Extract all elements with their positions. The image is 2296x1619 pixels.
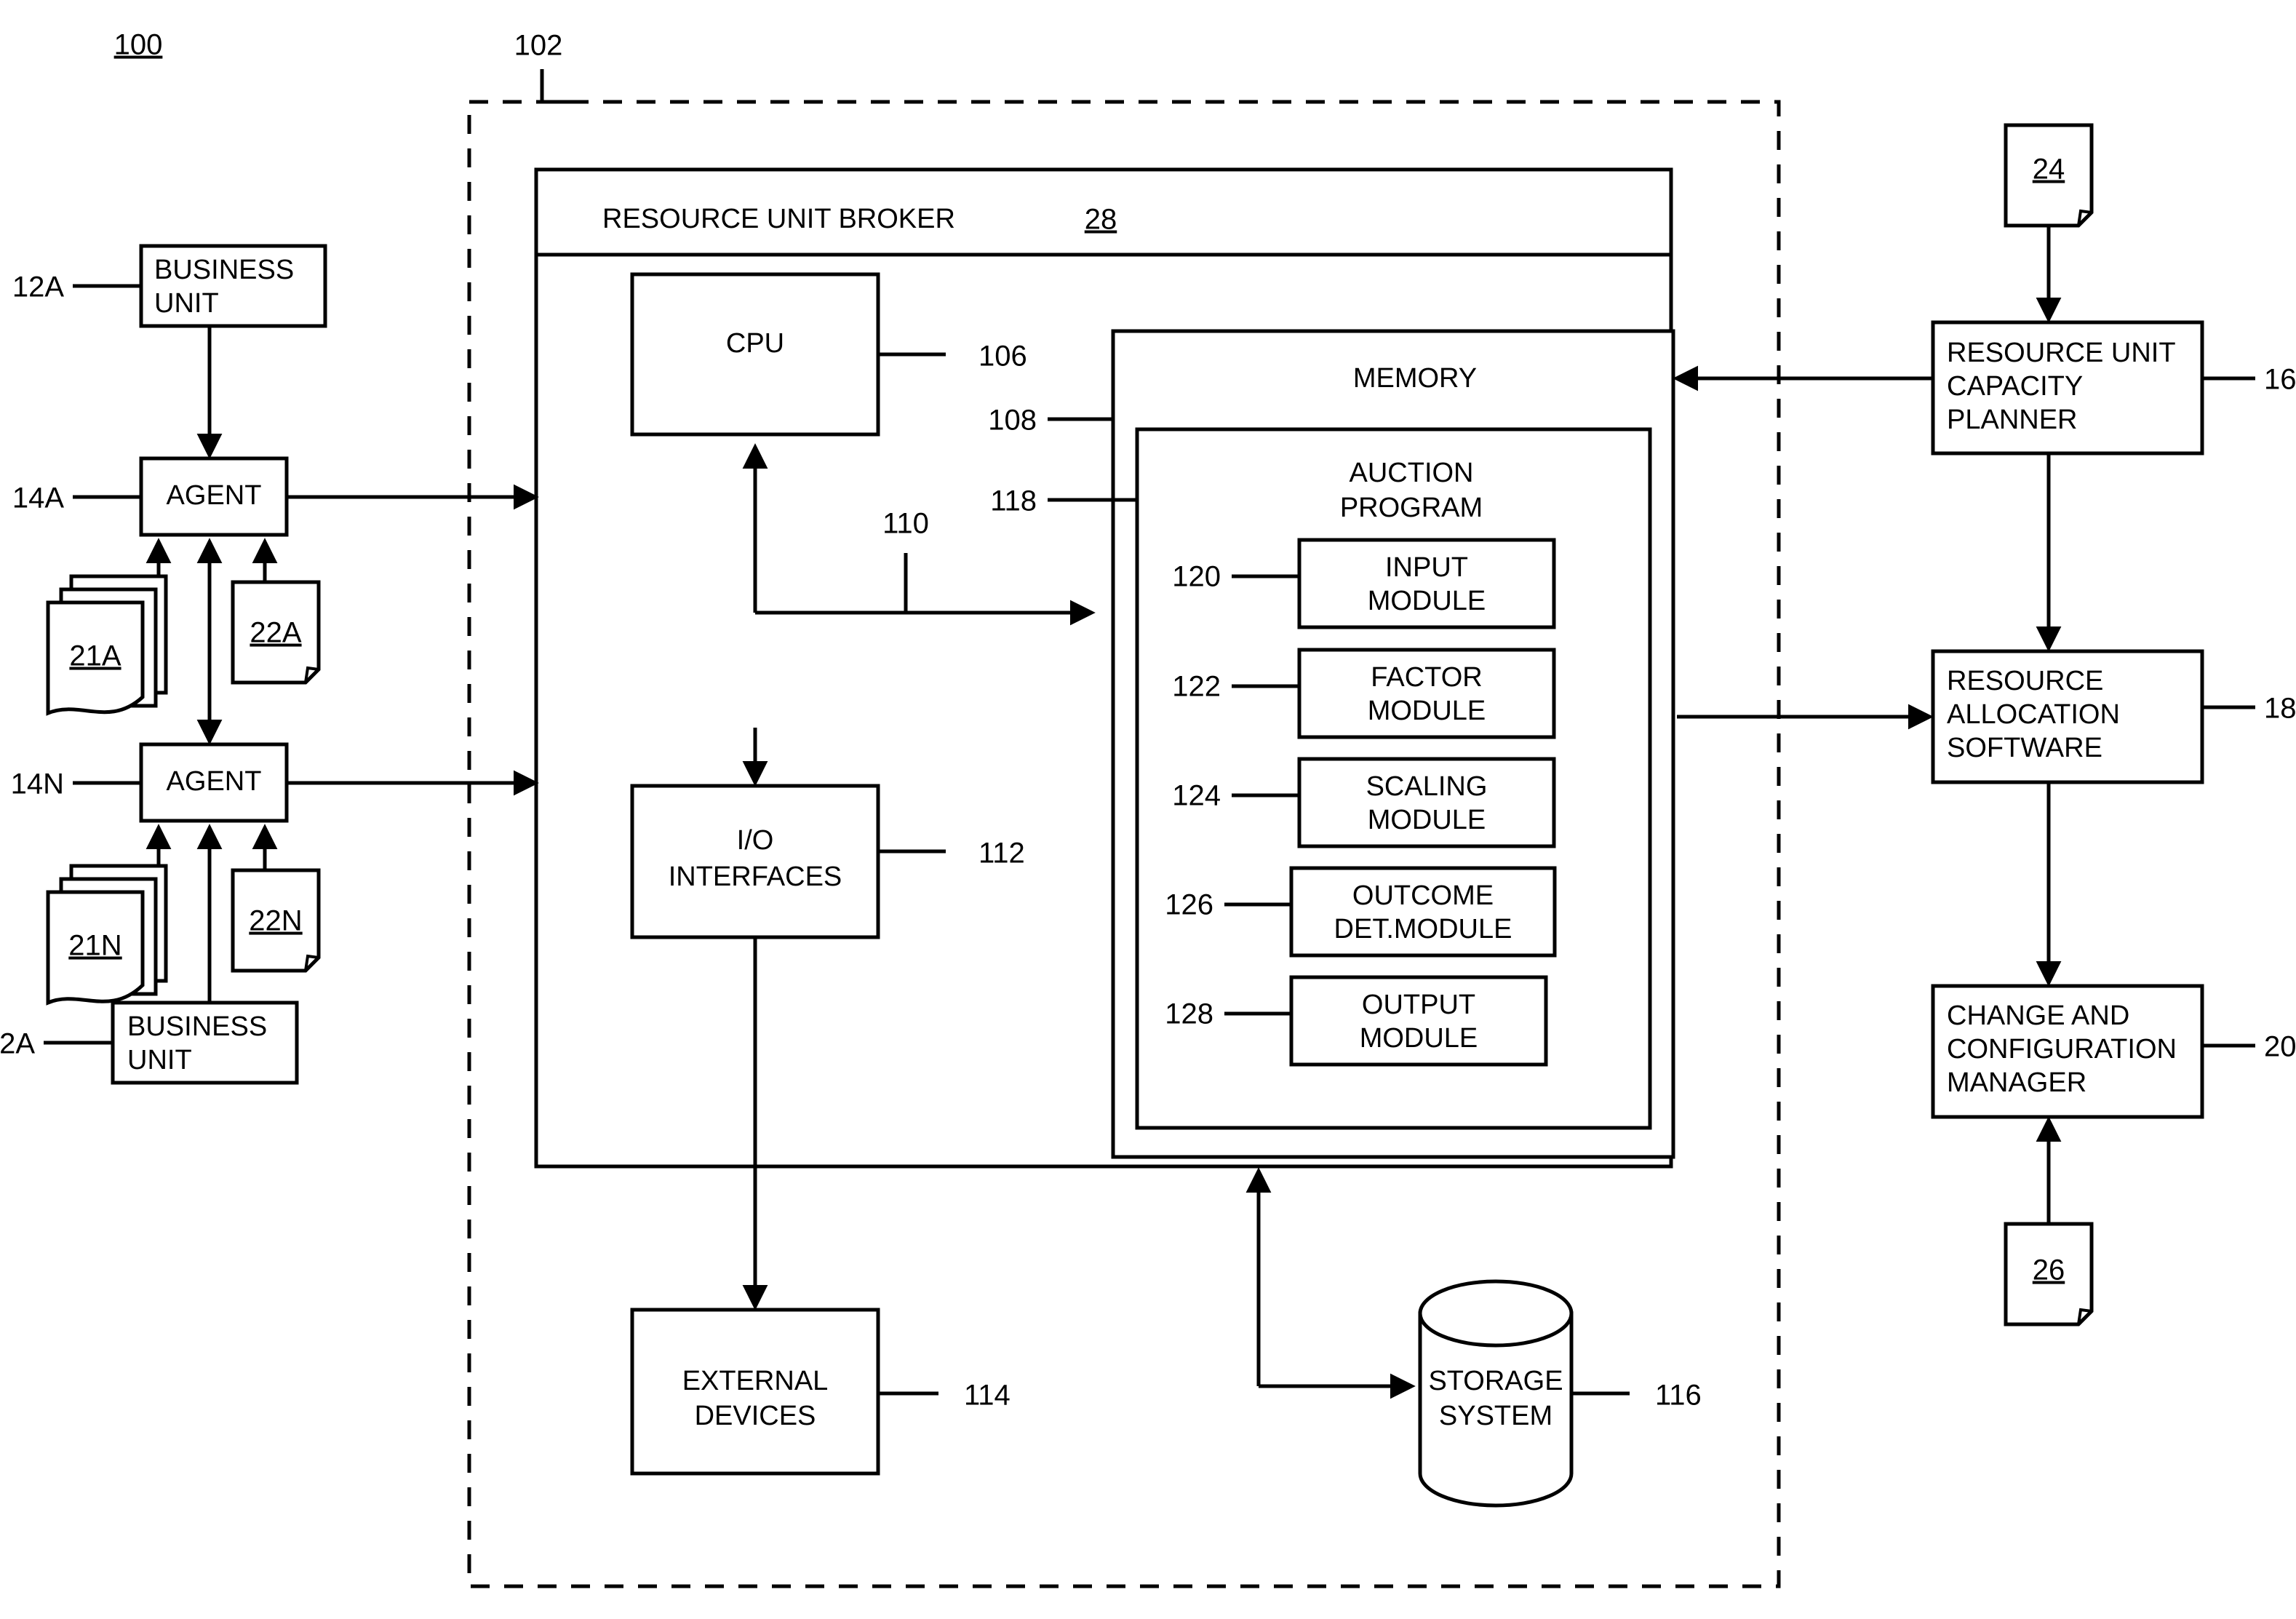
storage-system-label-line1: STORAGE	[1428, 1366, 1563, 1396]
change-config-manager-label-line3: MANAGER	[1947, 1067, 2086, 1098]
storage-system-ref-116: 116	[1655, 1380, 1702, 1412]
io-interfaces-label-line2: INTERFACES	[669, 862, 842, 892]
storage-system-label-line2: SYSTEM	[1439, 1401, 1552, 1431]
output-module-label-line2: MODULE	[1360, 1023, 1478, 1054]
doc-24-ref: 24	[2033, 154, 2065, 186]
allocation-software-label-line2: ALLOCATION	[1947, 699, 2120, 730]
agent-top-ref-14A: 14A	[12, 482, 64, 514]
scaling-module-ref-124: 124	[1172, 780, 1221, 812]
scaling-module-label-line1: SCALING	[1366, 771, 1488, 802]
agent-top-label: AGENT	[167, 480, 262, 511]
allocation-software-ref-18: 18	[2264, 693, 2296, 725]
external-devices-label-line1: EXTERNAL	[682, 1366, 829, 1396]
agent-bottom-label: AGENT	[167, 766, 262, 797]
storage-cylinder-top	[1418, 1279, 1574, 1348]
outcome-det-module-ref-126: 126	[1165, 889, 1213, 921]
input-module-label-line2: MODULE	[1368, 586, 1486, 616]
outcome-det-module-label-line1: OUTCOME	[1352, 880, 1494, 911]
scaling-module-label-line2: MODULE	[1368, 805, 1486, 835]
input-module-ref-120: 120	[1172, 561, 1221, 593]
system-ref-102: 102	[514, 30, 563, 62]
factor-module-label-line2: MODULE	[1368, 696, 1486, 726]
auction-program-label-line1: AUCTION	[1350, 458, 1474, 488]
cpu-ref-106: 106	[978, 341, 1027, 373]
output-module-label-line1: OUTPUT	[1362, 990, 1475, 1020]
broker-title: RESOURCE UNIT BROKER	[602, 204, 955, 234]
broker-title-ref-28: 28	[1085, 204, 1117, 236]
doc-22N-ref: 22N	[249, 905, 302, 937]
factor-module-label-line1: FACTOR	[1371, 662, 1482, 693]
capacity-planner-ref-16: 16	[2264, 364, 2296, 396]
outcome-det-module-label-line2: DET.MODULE	[1334, 914, 1512, 944]
cpu-label: CPU	[726, 328, 784, 359]
patent-figure-diagram: 100 102 RESOURCE UNIT BROKER 28 CPU 106 …	[0, 0, 2296, 1619]
agent-bottom-ref-14N: 14N	[11, 768, 64, 800]
docs-stack-21N-ref: 21N	[68, 930, 121, 962]
business-unit-top-label-line1: BUSINESS	[154, 255, 294, 285]
docs-stack-21A-ref: 21A	[69, 640, 121, 672]
change-config-manager-label-line2: CONFIGURATION	[1947, 1034, 2177, 1065]
allocation-software-label-line1: RESOURCE	[1947, 666, 2103, 696]
business-unit-bottom-label-line2: UNIT	[127, 1045, 192, 1075]
auction-program-label-line2: PROGRAM	[1340, 493, 1483, 523]
external-devices-label-line2: DEVICES	[695, 1401, 816, 1431]
business-unit-bottom-ref-12A: 12A	[0, 1028, 35, 1060]
capacity-planner-label-line1: RESOURCE UNIT	[1947, 338, 2176, 368]
external-devices-ref-114: 114	[964, 1380, 1011, 1412]
change-config-manager-label-line1: CHANGE AND	[1947, 1001, 2129, 1031]
io-ref-112: 112	[978, 838, 1025, 870]
factor-module-ref-122: 122	[1172, 671, 1221, 703]
doc-22A-ref: 22A	[250, 617, 301, 649]
bus-ref-110: 110	[882, 508, 929, 540]
doc-26-ref: 26	[2033, 1254, 2065, 1286]
business-unit-top-label-line2: UNIT	[154, 288, 219, 319]
io-interfaces-label-line1: I/O	[737, 825, 774, 856]
capacity-planner-label-line2: CAPACITY	[1947, 371, 2083, 402]
allocation-software-label-line3: SOFTWARE	[1947, 733, 2102, 763]
input-module-label-line1: INPUT	[1385, 552, 1468, 583]
capacity-planner-label-line3: PLANNER	[1947, 405, 2078, 435]
memory-label: MEMORY	[1353, 363, 1477, 394]
auction-program-ref-118: 118	[990, 485, 1037, 517]
change-config-manager-ref-20: 20	[2264, 1031, 2296, 1063]
business-unit-top-ref-12A: 12A	[12, 271, 64, 303]
business-unit-bottom-label-line1: BUSINESS	[127, 1011, 267, 1042]
output-module-ref-128: 128	[1165, 998, 1213, 1030]
memory-ref-108: 108	[988, 405, 1037, 437]
figure-ref-100: 100	[114, 29, 163, 61]
